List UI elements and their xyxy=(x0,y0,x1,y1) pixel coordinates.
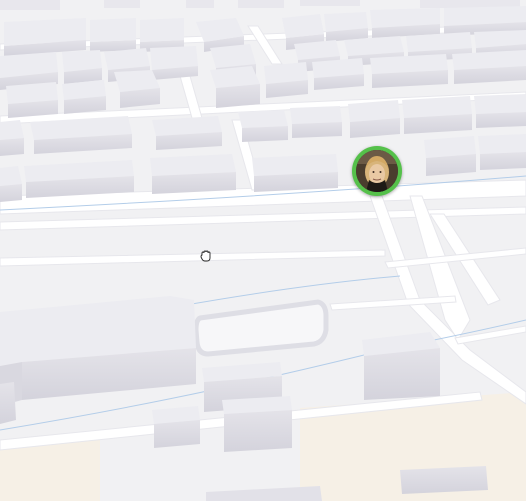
building-block xyxy=(402,96,472,134)
building-block xyxy=(252,154,338,192)
avatar xyxy=(356,150,398,192)
building-block xyxy=(6,82,58,118)
building-block xyxy=(238,110,288,142)
building-block xyxy=(474,94,526,128)
building-block xyxy=(0,166,22,202)
building-block xyxy=(0,120,24,156)
building-block xyxy=(30,116,132,154)
building-block xyxy=(348,100,400,138)
map-base-layer xyxy=(0,0,526,501)
building-block xyxy=(152,116,222,150)
building-block xyxy=(152,406,200,448)
building-block xyxy=(222,396,292,452)
building-block xyxy=(62,80,106,114)
building-block xyxy=(362,332,440,400)
building-block xyxy=(90,18,136,52)
building-block xyxy=(290,106,342,138)
building-block xyxy=(150,46,198,80)
building-block xyxy=(400,466,488,494)
building-block xyxy=(324,12,368,42)
building-block xyxy=(424,136,476,176)
building-small xyxy=(0,382,16,424)
building-block xyxy=(452,50,526,84)
building-block xyxy=(150,154,236,194)
building-block xyxy=(210,66,260,108)
building-block xyxy=(4,18,86,56)
building-block xyxy=(24,160,134,198)
building-block xyxy=(370,8,440,38)
hand-grab-cursor-icon xyxy=(200,250,211,262)
building-block xyxy=(62,50,102,84)
avatar-portrait-icon xyxy=(356,150,398,192)
building-block xyxy=(478,134,526,170)
map-canvas[interactable] xyxy=(0,0,526,501)
building-block xyxy=(370,54,448,88)
building-block xyxy=(264,62,308,98)
user-avatar-pin[interactable] xyxy=(352,146,402,196)
building-block xyxy=(114,70,160,108)
building-block xyxy=(312,58,364,90)
